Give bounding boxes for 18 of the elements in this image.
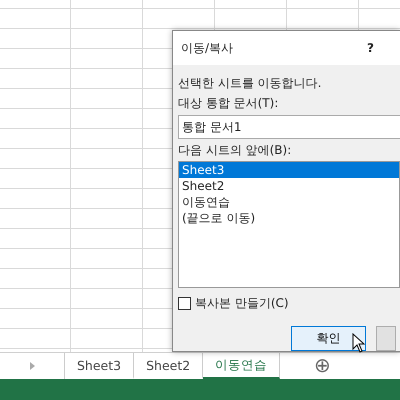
scroll-right-icon[interactable] [30,362,34,370]
instruction-text: 선택한 시트를 이동합니다. [178,75,322,92]
sheet-listbox[interactable]: Sheet3 Sheet2 이동연습 (끝으로 이동) [178,161,400,288]
checkbox-label[interactable]: 복사본 만들기(C) [195,295,289,312]
checkbox[interactable] [178,297,191,310]
list-item[interactable]: Sheet2 [179,178,399,194]
list-item[interactable]: (끝으로 이동) [179,210,399,226]
ok-button[interactable]: 확인 [291,326,366,351]
list-item[interactable]: Sheet3 [179,162,399,178]
sheet-tab[interactable]: 이동연습 [203,353,280,379]
add-sheet-button[interactable]: ⊕ [310,353,336,379]
dialog-title: 이동/복사 [181,40,234,56]
list-label: 다음 시트의 앞에(B): [178,142,292,159]
field-label: 대상 통합 문서(T): [178,95,280,112]
list-item[interactable]: 이동연습 [179,194,399,210]
workbook-field[interactable]: 통합 문서1 [178,115,400,139]
help-button[interactable]: ? [367,41,374,55]
dialog-button[interactable] [376,326,396,351]
